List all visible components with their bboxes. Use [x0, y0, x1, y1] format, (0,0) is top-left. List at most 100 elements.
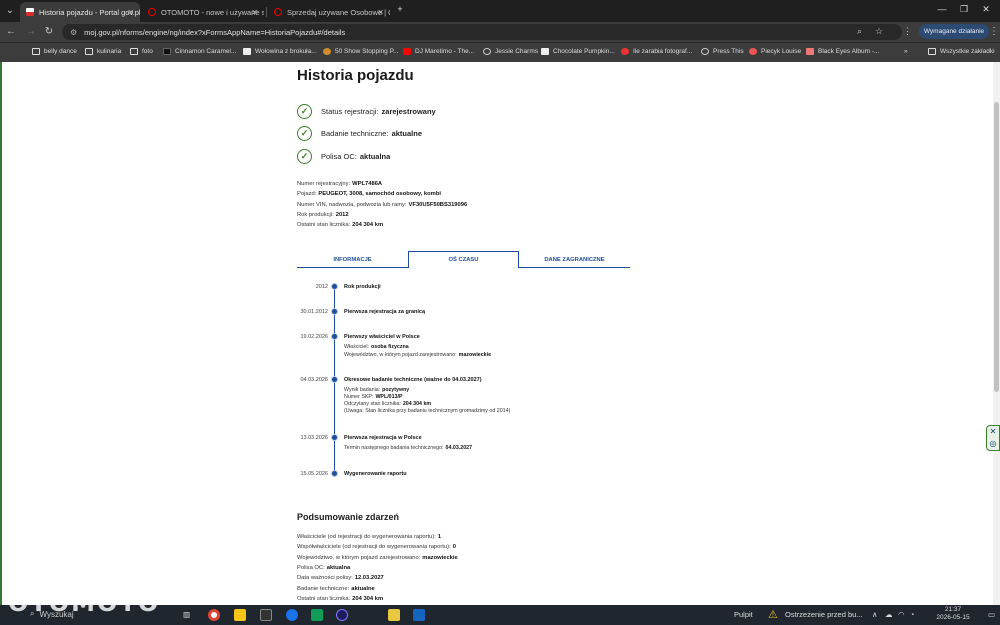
tab-bar: ⌄ Historia pojazdu - Portal gov.pl ✕ OTO… [0, 0, 1000, 22]
summary-odometer: Ostatni stan licznika: 204 304 km [297, 596, 383, 602]
file-explorer-icon[interactable] [234, 609, 246, 621]
bookmark-dj-maretimo[interactable]: DJ Maretimo - The... [403, 48, 474, 55]
event-date: 2012 [315, 284, 328, 290]
page-scrollbar[interactable] [993, 62, 1000, 605]
address-bar[interactable]: ⚙ moj.gov.pl/nforms/engine/ng/index?xFor… [62, 24, 902, 40]
event-title: Okresowe badanie techniczne (ważne do 04… [344, 377, 482, 383]
info-value: 204 304 km [352, 222, 384, 228]
tab-otomoto[interactable]: OTOMOTO - nowe i używane s... ✕ [142, 2, 264, 22]
gov-pl-flag-icon [26, 8, 34, 16]
bookmark-label: DJ Maretimo - The... [415, 48, 475, 55]
tray-volume-icon[interactable]: ◔ [910, 610, 915, 619]
desktop-label[interactable]: Pulpit [734, 610, 753, 619]
tray-cloud-icon[interactable]: ☁ [885, 610, 893, 619]
zoom-search-icon[interactable]: ⌕ [857, 26, 862, 37]
forward-icon[interactable]: → [25, 26, 37, 37]
detail-label: Odczytany stan licznika: [344, 401, 401, 407]
notification-text[interactable]: Ostrzeżenie przed bu... [785, 610, 863, 619]
scroll-thumb[interactable] [994, 102, 999, 392]
detail-value: 04.03.2027 [445, 445, 473, 451]
close-tab-icon[interactable]: ✕ [127, 8, 134, 17]
bookmark-label: Press This [713, 48, 744, 55]
extensions-icon[interactable]: ⋮ [903, 26, 912, 37]
bookmark-foto[interactable]: foto [130, 48, 153, 55]
new-tab-button[interactable]: + [390, 4, 410, 14]
odometer: Ostatni stan licznika: 204 304 km [297, 222, 383, 228]
check-circle-icon: ✓ [297, 104, 312, 119]
notifications-icon[interactable]: ▭ [988, 610, 995, 619]
bookmark-label: kulinaria [97, 48, 122, 55]
bookmark-show-stopping[interactable]: 50 Show Stopping P... [323, 48, 398, 55]
timeline-dot [331, 283, 338, 290]
bookmark-cinnamon[interactable]: Cinnamon Caramel... [163, 48, 236, 55]
bookmarks-bar: belly dance kulinaria foto Cinnamon Cara… [0, 42, 1000, 62]
summary-label: Ostatni stan licznika: [297, 596, 351, 602]
accessibility-icon[interactable]: ◎ [987, 438, 999, 450]
close-widget-icon[interactable]: ✕ [987, 426, 999, 438]
check-circle-icon: ✓ [297, 126, 312, 141]
task-view-icon[interactable]: ▥ [183, 610, 190, 619]
bookmark-piecyk[interactable]: Piecyk Louise [749, 48, 801, 55]
tab-informacje[interactable]: INFORMACJE [297, 251, 408, 268]
summary-value: mazowieckie [422, 555, 458, 561]
globe-icon [701, 48, 709, 55]
page-content: Historia pojazdu ✓ Status rejestracji: za… [0, 62, 993, 605]
folder-app-icon[interactable] [388, 609, 400, 621]
photos-app-icon[interactable] [260, 609, 272, 621]
taskbar-clock[interactable]: 21:37 2026-05-15 [925, 606, 981, 622]
tray-chevron-icon[interactable]: ∧ [872, 610, 878, 619]
tab-os-czasu[interactable]: OŚ CZASU [408, 251, 519, 268]
reload-icon[interactable]: ↻ [43, 26, 55, 37]
more-bookmarks-button[interactable]: » [904, 48, 908, 55]
menu-icon[interactable]: ⋮ [988, 26, 1000, 37]
event-detail: Termin następnego badania technicznego: 0… [344, 445, 472, 451]
taskbar-search[interactable]: ⌕ Wyszukaj [30, 609, 74, 619]
tab-sprzedaj[interactable]: Sprzedaj używane Osobowe | O... ✕ [268, 2, 390, 22]
site-info-icon[interactable]: ⚙ [70, 28, 77, 37]
summary-label: Polisa OC: [297, 565, 325, 571]
bookmark-belly-dance[interactable]: belly dance [32, 48, 77, 55]
bookmark-ile-zarabia[interactable]: Ile zarabia fotograf... [621, 48, 692, 55]
bookmark-black-eyes[interactable]: Black Eyes Album -... [806, 48, 879, 55]
close-tab-icon[interactable]: ✕ [377, 8, 384, 17]
restore-icon[interactable]: ❐ [954, 4, 974, 15]
required-action-button[interactable]: Wymagane działanie [919, 24, 989, 39]
event-detail: Województwo, w którym pojazd zarejestrow… [344, 352, 491, 358]
registration-number: Numer rejestracyjny: WPL7486A [297, 181, 382, 187]
back-icon[interactable]: ← [5, 26, 17, 37]
warning-icon[interactable]: ⚠ [768, 608, 778, 621]
bookmark-star-icon[interactable]: ☆ [875, 26, 883, 37]
download-app-icon[interactable] [413, 609, 425, 621]
info-value: WPL7486A [352, 181, 383, 187]
clock-date: 2026-05-15 [936, 614, 970, 621]
bookmark-chocolate[interactable]: Chocolate Pumpkin... [541, 48, 615, 55]
event-title: Pierwsza rejestracja w Polsce [344, 435, 422, 441]
bookmark-all[interactable]: Wszystkie zakładki [928, 48, 995, 55]
otomoto-icon [148, 8, 156, 16]
accessibility-widget[interactable]: ✕ ◎ [986, 425, 1000, 451]
tab-historia-pojazdu[interactable]: Historia pojazdu - Portal gov.pl ✕ [20, 2, 140, 22]
globe-icon [483, 48, 491, 55]
app-icon[interactable] [336, 609, 348, 621]
tab-search-icon[interactable]: ⌄ [4, 5, 16, 16]
site-icon [163, 48, 171, 55]
bookmark-kulinaria[interactable]: kulinaria [85, 48, 121, 55]
edge-app-icon[interactable] [286, 609, 298, 621]
status-insurance: ✓ Polisa OC: aktualna [297, 149, 390, 164]
bookmark-label: foto [142, 48, 153, 55]
detail-label: Właściciel: [344, 344, 370, 350]
tab-dane-zagraniczne[interactable]: DANE ZAGRANICZNE [519, 251, 630, 268]
bookmark-press-this[interactable]: Press This [701, 48, 744, 55]
tray-wifi-icon[interactable]: ◠ [898, 610, 905, 619]
otomoto-icon [274, 8, 282, 16]
store-app-icon[interactable] [311, 609, 323, 621]
minimize-icon[interactable]: — [932, 4, 952, 14]
close-tab-icon[interactable]: ✕ [251, 8, 258, 17]
chrome-app-icon[interactable] [208, 609, 220, 621]
bookmark-jessie-charms[interactable]: Jessie Charms [483, 48, 538, 55]
page-title: Historia pojazdu [297, 67, 414, 84]
summary-insurance: Polisa OC: aktualna [297, 565, 350, 571]
close-window-icon[interactable]: ✕ [976, 4, 996, 15]
detail-value: WPL/013/P [375, 394, 403, 400]
bookmark-wolowina[interactable]: Wołowina z brokuła... [243, 48, 317, 55]
